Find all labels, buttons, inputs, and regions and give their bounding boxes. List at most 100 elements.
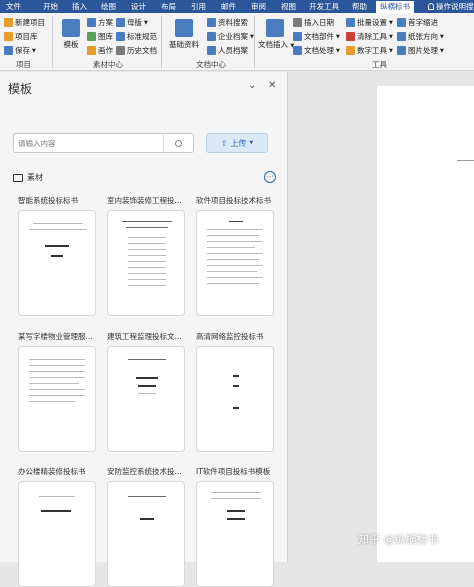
tab-mailings[interactable]: 邮件 <box>221 1 236 12</box>
standard-button[interactable]: 标准规范 <box>116 31 157 42</box>
tab-file[interactable]: 文件 <box>6 1 21 12</box>
template-thumbnail[interactable] <box>18 481 96 587</box>
project-lib-button[interactable]: 项目库 <box>4 31 38 42</box>
folder-icon <box>4 32 13 41</box>
group-label-material: 素材中心 <box>93 60 123 69</box>
search-icon <box>175 139 182 147</box>
insert-date-button[interactable]: 插入日期 <box>293 17 334 28</box>
template-thumbnail[interactable] <box>196 481 274 587</box>
doc-process-button[interactable]: 文档处理 ▼ <box>293 45 340 56</box>
indent-button[interactable]: 首字缩进 <box>397 17 438 28</box>
paper-icon <box>397 32 406 41</box>
image-process-button[interactable]: 图片处理 ▼ <box>397 45 444 56</box>
template-card-title: 室内装饰装修工程投... <box>107 196 182 205</box>
standard-icon <box>116 32 125 41</box>
chevron-down-icon: ▼ <box>389 19 393 26</box>
ribbon-tab-bar: 文件 开始 插入 绘图 设计 布局 引用 邮件 审阅 视图 开发工具 帮助 纵横… <box>0 0 474 13</box>
template-card-title: 智能系统投标标书 <box>18 196 78 205</box>
tab-insert[interactable]: 插入 <box>72 1 87 12</box>
template-card-title: 安防监控系统技术投... <box>107 467 182 476</box>
tell-me-search[interactable]: 操作说明搜 <box>428 1 474 12</box>
search-icon <box>207 18 216 27</box>
more-options-icon[interactable]: ··· <box>264 171 276 183</box>
person-icon <box>207 46 216 55</box>
search-box <box>13 133 194 153</box>
search-button[interactable] <box>163 134 193 152</box>
batch-icon <box>346 18 355 27</box>
doc-insert-button[interactable]: 文档插入 ▼ <box>258 19 294 50</box>
calendar-icon <box>293 18 302 27</box>
template-thumbnail[interactable] <box>196 346 274 452</box>
chevron-down-icon: ▼ <box>144 19 148 26</box>
folder-item-material[interactable]: 素材 <box>13 172 43 183</box>
paper-direction-button[interactable]: 纸张方向 ▼ <box>397 31 444 42</box>
template-thumbnail[interactable] <box>107 210 185 316</box>
template-pane: 模板 ⌄ ✕ ⇧ 上传 ▼ 素材 ··· 智能系统投标标书 室内装饰装修工程投.… <box>0 72 288 587</box>
tab-layout[interactable]: 布局 <box>161 1 176 12</box>
template-card-title: 办公楼精装修投标书 <box>18 467 86 476</box>
plan-icon <box>87 18 96 27</box>
master-button[interactable]: 母版 ▼ <box>116 17 148 28</box>
number-icon <box>346 46 355 55</box>
tab-review[interactable]: 审阅 <box>251 1 266 12</box>
chevron-down-icon: ▼ <box>440 47 444 54</box>
upload-button[interactable]: ⇧ 上传 ▼ <box>206 133 268 153</box>
tab-home[interactable]: 开始 <box>43 1 58 12</box>
chevron-down-icon: ▼ <box>336 47 340 54</box>
plan-button[interactable]: 方案 <box>87 17 113 28</box>
enterprise-icon <box>207 32 216 41</box>
doc-insert-icon <box>266 19 284 37</box>
template-thumbnail[interactable] <box>18 346 96 452</box>
template-card-title: 高清网络监控投标书 <box>196 332 264 341</box>
template-card-title: 建筑工程监理投标文... <box>107 332 182 341</box>
watermark: 知乎 @纵横标书 <box>358 533 439 546</box>
doc-component-button[interactable]: 文档部件 ▼ <box>293 31 340 42</box>
drawing-button[interactable]: 画作 <box>87 45 113 56</box>
tab-zongheng[interactable]: 纵横标书 <box>376 1 414 13</box>
clear-tools-button[interactable]: 清除工具 ▼ <box>346 31 393 42</box>
resource-search-button[interactable]: 资料搜索 <box>207 17 248 28</box>
template-card-title: 某写字楼物业管理服... <box>18 332 93 341</box>
close-icon[interactable]: ✕ <box>268 80 276 91</box>
chevron-down-icon: ▼ <box>440 33 444 40</box>
template-card-title: IT软件项目投标书模板 <box>196 467 271 476</box>
master-icon <box>116 18 125 27</box>
tab-help[interactable]: 帮助 <box>352 1 367 12</box>
group-label-tools: 工具 <box>372 60 387 69</box>
new-project-button[interactable]: 新建项目 <box>4 17 45 28</box>
chevron-down-icon[interactable]: ⌄ <box>248 80 256 91</box>
gallery-icon <box>87 32 96 41</box>
tab-design[interactable]: 设计 <box>131 1 146 12</box>
personnel-button[interactable]: 人员档案 <box>207 45 248 56</box>
process-icon <box>293 46 302 55</box>
divider <box>254 16 255 68</box>
number-tools-button[interactable]: 数字工具 ▼ <box>346 45 393 56</box>
document-area <box>289 72 474 562</box>
new-project-icon <box>4 18 13 27</box>
pane-title: 模板 <box>8 82 33 96</box>
batch-setting-button[interactable]: 批量设置 ▼ <box>346 17 393 28</box>
tab-draw[interactable]: 绘图 <box>101 1 116 12</box>
template-button[interactable]: 模板 <box>58 19 84 50</box>
divider <box>161 16 162 68</box>
save-button[interactable]: 保存 ▼ <box>4 45 36 56</box>
tab-developer[interactable]: 开发工具 <box>309 1 339 12</box>
document-page[interactable] <box>377 86 474 562</box>
history-button[interactable]: 历史文档 <box>116 45 157 56</box>
gallery-button[interactable]: 图库 <box>87 31 113 42</box>
chevron-down-icon: ▼ <box>389 33 393 40</box>
template-thumbnail[interactable] <box>107 481 185 587</box>
search-input[interactable] <box>18 137 168 150</box>
chevron-down-icon: ▼ <box>249 140 254 146</box>
tab-references[interactable]: 引用 <box>191 1 206 12</box>
group-label-project: 项目 <box>16 60 31 69</box>
template-card-title: 软件项目投标技术标书 <box>196 196 271 205</box>
template-thumbnail[interactable] <box>196 210 274 316</box>
template-thumbnail[interactable] <box>18 210 96 316</box>
enterprise-button[interactable]: 企业档案 ▼ <box>207 31 254 42</box>
tab-view[interactable]: 视图 <box>281 1 296 12</box>
lightbulb-icon <box>428 3 434 10</box>
basic-info-button[interactable]: 基础资料 <box>166 19 202 50</box>
image-icon <box>397 46 406 55</box>
template-thumbnail[interactable] <box>107 346 185 452</box>
